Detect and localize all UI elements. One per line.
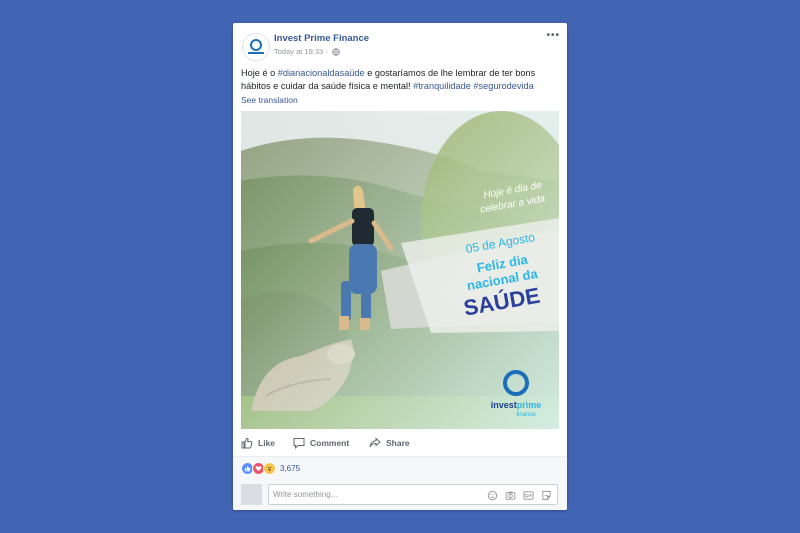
page-avatar[interactable] — [242, 33, 270, 61]
post-image-art: Hoje é dia de celebrar a vida 05 de Agos… — [241, 111, 559, 429]
hashtag-link[interactable]: #dianacionaldasaúde — [278, 68, 365, 78]
reactions-summary[interactable]: 3,675 — [241, 462, 300, 475]
comment-input[interactable] — [273, 487, 473, 502]
camera-icon[interactable] — [504, 489, 516, 501]
post-card: Invest Prime Finance Today at 19:33 · ••… — [233, 23, 567, 510]
comment-icon — [293, 438, 305, 449]
page-name-link[interactable]: Invest Prime Finance — [274, 33, 369, 44]
post-text: Hoje é o #dianacionaldasaúde e gostaríam… — [241, 67, 559, 93]
globe-icon — [331, 47, 340, 56]
thumbs-up-icon — [241, 437, 253, 449]
share-icon — [369, 437, 381, 448]
share-button[interactable]: Share — [369, 437, 410, 449]
sticker-icon[interactable] — [540, 489, 552, 501]
comment-tools — [486, 489, 552, 501]
post-timestamp[interactable]: Today at 19:33 — [274, 47, 323, 56]
reaction-count[interactable]: 3,675 — [280, 464, 300, 473]
gif-icon[interactable] — [522, 489, 534, 501]
image-logo-sub: finance — [516, 412, 536, 418]
post-text-prefix: Hoje é o — [241, 68, 278, 78]
image-logo-word-1: invest — [491, 400, 517, 410]
meta-separator: · — [326, 47, 329, 56]
see-translation-link[interactable]: See translation — [241, 95, 298, 105]
comment-button[interactable]: Comment — [293, 437, 369, 449]
emoji-icon[interactable] — [486, 489, 498, 501]
post-footer: 3,675 — [233, 456, 567, 510]
post-header: Invest Prime Finance Today at 19:33 · ••… — [233, 23, 567, 63]
wow-icon — [263, 462, 276, 475]
hashtag-link[interactable]: #segurodevida — [473, 81, 533, 91]
brand-logo-icon — [248, 39, 264, 54]
post-actions: Like Comment Share — [241, 430, 559, 456]
comment-box — [268, 484, 558, 505]
image-logo-wordmark: investprime — [491, 400, 542, 410]
more-options-button[interactable]: ••• — [546, 30, 560, 41]
share-label: Share — [386, 438, 410, 448]
post-image[interactable]: Hoje é dia de celebrar a vida 05 de Agos… — [241, 111, 559, 429]
image-logo-word-2: prime — [517, 400, 542, 410]
post-meta: Today at 19:33 · — [274, 47, 340, 56]
comment-label: Comment — [310, 438, 350, 448]
like-label: Like — [258, 438, 276, 448]
hashtag-link[interactable]: #tranquilidade — [413, 81, 471, 91]
like-button[interactable]: Like — [241, 437, 293, 449]
commenter-avatar — [241, 484, 262, 505]
